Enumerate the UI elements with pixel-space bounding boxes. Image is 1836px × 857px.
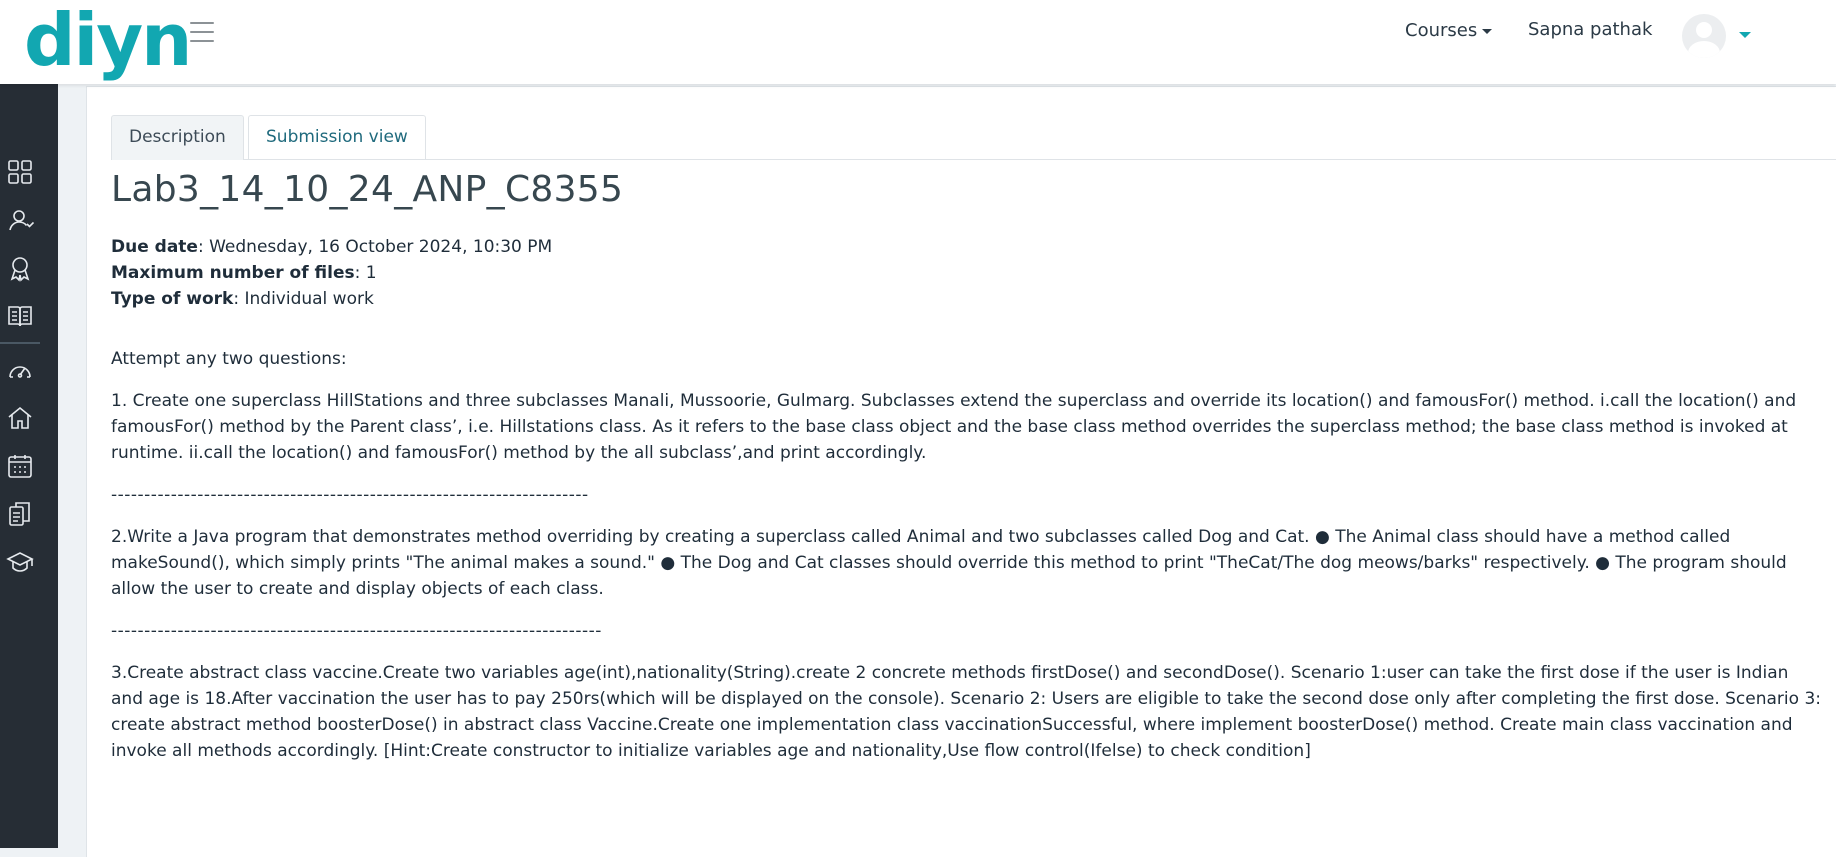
dashboard-grid-icon[interactable] [6, 158, 34, 186]
user-icon[interactable] [6, 206, 34, 234]
max-files-line: Maximum number of files: 1 [111, 260, 1821, 286]
assignment-content: Lab3_14_10_24_ANP_C8355 Due date: Wednes… [111, 169, 1821, 780]
page-title: Lab3_14_10_24_ANP_C8355 [111, 169, 624, 210]
calendar-icon[interactable] [6, 452, 34, 480]
work-type-line: Type of work: Individual work [111, 286, 1821, 312]
avatar[interactable] [1682, 14, 1726, 58]
main-content-card: Description Submission view Lab3_14_10_2… [86, 86, 1836, 857]
work-type-label: Type of work [111, 289, 234, 309]
user-name[interactable]: Sapna pathak [1528, 19, 1652, 40]
assignment-description: Attempt any two questions: 1. Create one… [111, 346, 1821, 764]
courses-dropdown[interactable]: Courses [1405, 20, 1493, 41]
question-3: 3.Create abstract class vaccine.Create t… [111, 663, 1821, 761]
tab-submission-view[interactable]: Submission view [248, 115, 426, 159]
user-menu-chevron-down-icon[interactable] [1739, 32, 1751, 38]
logo-text: diyn [24, 0, 192, 82]
hamburger-menu-icon[interactable] [190, 22, 214, 42]
max-files-value: : 1 [354, 263, 377, 283]
tab-description[interactable]: Description [111, 115, 244, 160]
question-1: 1. Create one superclass HillStations an… [111, 391, 1797, 463]
question-2: 2.Write a Java program that demonstrates… [111, 527, 1787, 599]
sidebar-divider [0, 342, 40, 344]
sidebar [0, 84, 58, 848]
top-navbar: diyn Courses Sapna pathak [0, 0, 1836, 84]
max-files-label: Maximum number of files [111, 263, 355, 283]
due-date-label: Due date [111, 237, 198, 257]
divider-1: ----------------------------------------… [111, 485, 589, 505]
badge-icon[interactable] [6, 254, 34, 282]
speedometer-icon[interactable] [6, 356, 34, 384]
book-icon[interactable] [6, 302, 34, 330]
work-type-value: : Individual work [233, 289, 374, 309]
due-date-value: : Wednesday, 16 October 2024, 10:30 PM [197, 237, 553, 257]
site-logo[interactable]: diyn [24, 0, 192, 82]
home-icon[interactable] [6, 404, 34, 432]
copy-icon[interactable] [6, 500, 34, 528]
graduation-cap-icon[interactable] [6, 548, 34, 576]
courses-label: Courses [1405, 20, 1478, 41]
chevron-down-icon [1482, 28, 1493, 34]
due-date-line: Due date: Wednesday, 16 October 2024, 10… [111, 234, 1821, 260]
tab-bar: Description Submission view [111, 115, 1836, 160]
intro-text: Attempt any two questions: [111, 349, 347, 369]
divider-2: ----------------------------------------… [111, 621, 602, 641]
